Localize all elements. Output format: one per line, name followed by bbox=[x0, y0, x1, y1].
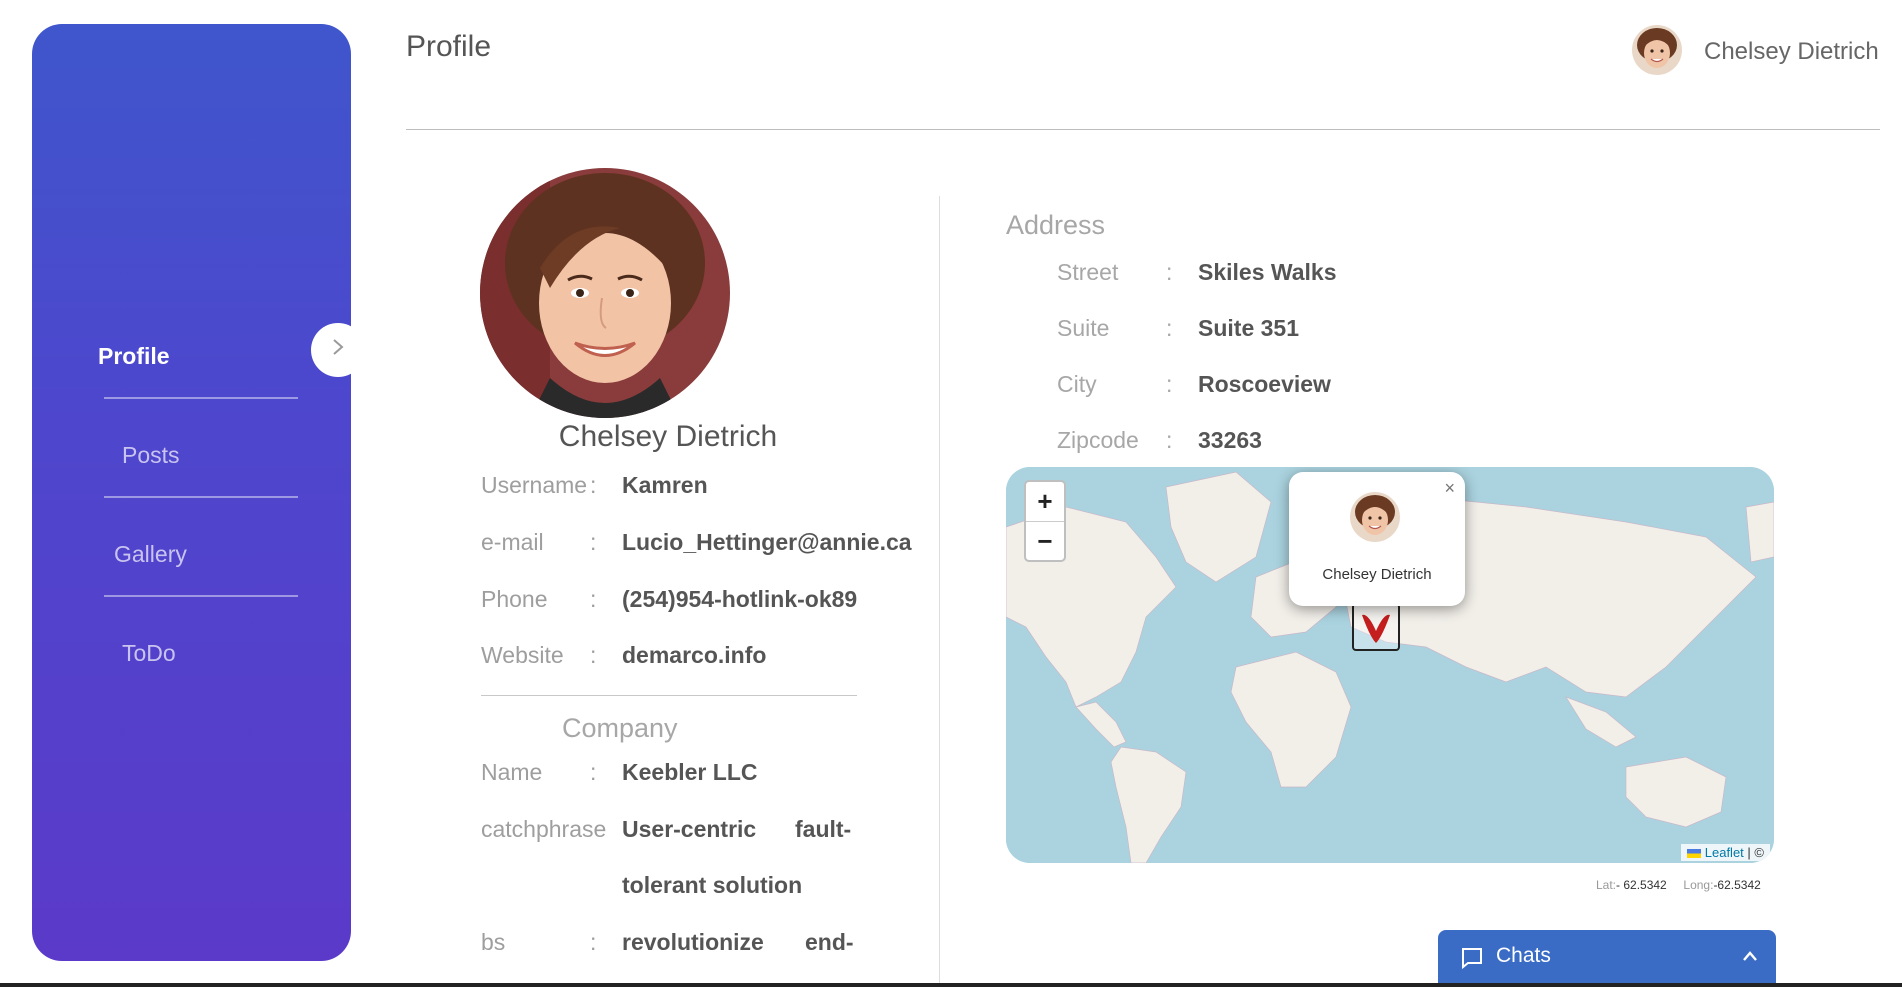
address-title: Address bbox=[1006, 210, 1106, 240]
popup-avatar bbox=[1350, 492, 1400, 542]
field-colon: : bbox=[1166, 259, 1173, 285]
zoom-in-button[interactable]: + bbox=[1026, 482, 1064, 522]
field-colon: : bbox=[1166, 427, 1173, 453]
field-colon: : bbox=[1166, 371, 1173, 397]
lat-label: Lat: bbox=[1596, 878, 1617, 892]
close-icon[interactable]: × bbox=[1444, 478, 1455, 499]
catchphrase-value-part2: fault- bbox=[795, 816, 852, 842]
field-colon: : bbox=[590, 529, 597, 555]
catchphrase-value-part3: tolerant solution bbox=[622, 872, 803, 898]
zipcode-label: Zipcode bbox=[1057, 427, 1139, 453]
lat-value: - 62.5342 bbox=[1616, 878, 1667, 892]
coordinates-readout: Lat:- 62.5342 Long:-62.5342 bbox=[1596, 878, 1761, 892]
street-value: Skiles Walks bbox=[1198, 259, 1337, 285]
map-zoom-control: + − bbox=[1024, 480, 1066, 562]
map-popup: × Chelsey Dietrich bbox=[1289, 472, 1465, 606]
catchphrase-label: catchphrase bbox=[481, 816, 607, 842]
field-colon: : bbox=[590, 642, 597, 668]
section-divider bbox=[481, 695, 857, 696]
sidebar-item-posts[interactable]: Posts bbox=[122, 442, 180, 469]
location-map[interactable]: + − × Chelsey Dietrich Leaflet | © bbox=[1006, 467, 1774, 863]
company-name-label: Name bbox=[481, 759, 543, 785]
bs-label: bs bbox=[481, 929, 506, 955]
phone-label: Phone bbox=[481, 586, 548, 612]
username-label: Username bbox=[481, 472, 588, 498]
header-user-name[interactable]: Chelsey Dietrich bbox=[1704, 38, 1879, 66]
sidebar-item-profile[interactable]: Profile bbox=[98, 343, 170, 370]
map-marker[interactable] bbox=[1352, 603, 1400, 651]
column-divider bbox=[939, 196, 940, 987]
chevron-right-icon bbox=[331, 337, 345, 363]
sidebar-item-todo[interactable]: ToDo bbox=[122, 640, 176, 667]
sidebar-divider bbox=[104, 397, 298, 399]
chat-icon bbox=[1460, 946, 1484, 970]
bottom-edge bbox=[0, 983, 1902, 987]
suite-label: Suite bbox=[1057, 315, 1110, 341]
phone-value: (254)954-hotlink-ok89 bbox=[622, 586, 858, 612]
zoom-out-button[interactable]: − bbox=[1026, 522, 1064, 561]
bs-value-part2: end- bbox=[805, 929, 854, 955]
long-label: Long: bbox=[1683, 878, 1714, 892]
profile-name: Chelsey Dietrich bbox=[558, 420, 778, 453]
field-colon: : bbox=[590, 586, 597, 612]
map-pin-icon bbox=[1354, 614, 1398, 653]
company-name-value: Keebler LLC bbox=[622, 759, 758, 785]
field-colon: : bbox=[590, 759, 597, 785]
bs-value-part1: revolutionize bbox=[622, 929, 764, 955]
chevron-up-icon[interactable] bbox=[1742, 946, 1758, 967]
chats-label: Chats bbox=[1496, 944, 1551, 967]
sidebar-collapse-toggle[interactable] bbox=[311, 323, 365, 377]
email-value: Lucio_Hettinger@annie.ca bbox=[622, 529, 912, 555]
field-colon: : bbox=[590, 929, 597, 955]
catchphrase-value-part1: User-centric bbox=[622, 816, 757, 842]
city-value: Roscoeview bbox=[1198, 371, 1331, 397]
email-label: e-mail bbox=[481, 529, 544, 555]
field-colon: : bbox=[1166, 315, 1173, 341]
sidebar-divider bbox=[104, 595, 298, 597]
ukraine-flag-icon bbox=[1687, 845, 1702, 860]
sidebar-divider bbox=[104, 496, 298, 498]
zipcode-value: 33263 bbox=[1198, 427, 1262, 453]
user-avatar[interactable] bbox=[1632, 25, 1682, 75]
map-attribution: Leaflet | © bbox=[1681, 844, 1770, 861]
leaflet-link[interactable]: Leaflet bbox=[1705, 845, 1744, 860]
sidebar-item-gallery[interactable]: Gallery bbox=[114, 541, 187, 568]
profile-avatar bbox=[480, 168, 730, 418]
field-colon: : bbox=[590, 472, 597, 498]
city-label: City bbox=[1057, 371, 1097, 397]
long-value: -62.5342 bbox=[1713, 878, 1761, 892]
chats-bar[interactable]: Chats bbox=[1438, 930, 1776, 987]
header-divider bbox=[406, 129, 1880, 130]
company-title: Company bbox=[562, 713, 678, 743]
attribution-text: | © bbox=[1747, 845, 1764, 860]
popup-name: Chelsey Dietrich bbox=[1322, 566, 1432, 583]
street-label: Street bbox=[1057, 259, 1119, 285]
username-value: Kamren bbox=[622, 472, 708, 498]
suite-value: Suite 351 bbox=[1198, 315, 1299, 341]
website-label: Website bbox=[481, 642, 564, 668]
sidebar: Profile Posts Gallery ToDo bbox=[32, 24, 351, 961]
website-value: demarco.info bbox=[622, 642, 767, 668]
page-title: Profile bbox=[406, 30, 492, 63]
